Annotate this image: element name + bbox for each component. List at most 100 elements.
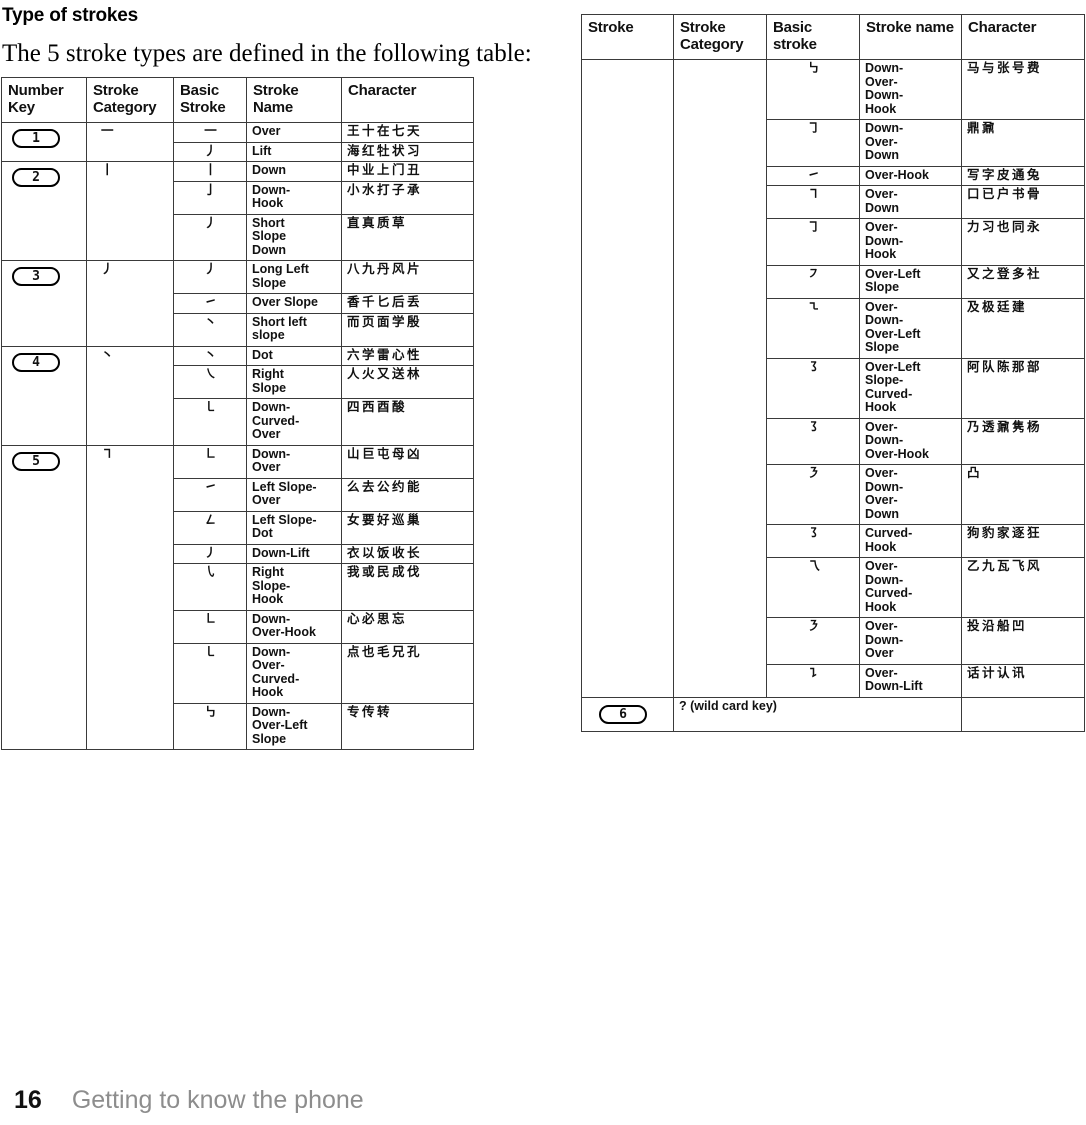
wildcard-label-cell: ? (wild card key): [673, 696, 962, 732]
number-key-cell: 5: [1, 444, 87, 750]
basic-stroke-glyph: 丨: [173, 161, 247, 182]
character-examples-cell: 王十在七天: [341, 122, 474, 143]
stroke-name-cell: Over- Down- Over-Left Slope: [859, 297, 962, 359]
column-header-stroke-name: Stroke name: [859, 14, 962, 60]
stroke-name-cell: Over-Hook: [859, 165, 962, 186]
basic-stroke-glyph: ㇊: [766, 663, 860, 698]
character-examples-cell: 海红牡状习: [341, 141, 474, 162]
character-examples-cell: 小水打子承: [341, 180, 474, 215]
stroke-name-cell: Down- Over-Left Slope: [246, 702, 342, 750]
stroke-types-table: Number Key Stroke Category Basic Stroke …: [1, 77, 474, 750]
basic-stroke-glyph: 丿: [173, 260, 247, 294]
number-key-badge: 1: [12, 129, 60, 148]
table-row: 5 ㇕㇗ Down- Over 山巨屯母凶: [1, 444, 474, 750]
basic-stroke-glyph: ㇍: [766, 297, 860, 359]
basic-stroke-glyph: ㇀: [173, 477, 247, 512]
stroke-name-cell: Down-Lift: [246, 543, 342, 564]
basic-stroke-glyph: ㇂: [173, 563, 247, 611]
stroke-name-cell: Over- Down: [859, 185, 962, 219]
character-examples-cell: 香千匕后丢: [341, 293, 474, 314]
basic-stroke-glyph: 亅: [173, 180, 247, 215]
basic-stroke-glyph: ㇌: [766, 417, 860, 465]
stroke-name-cell: Long Left Slope: [246, 260, 342, 294]
character-examples-cell: 及极廷建: [961, 297, 1085, 359]
stroke-name-cell: Over- Down- Over-Hook: [859, 417, 962, 465]
basic-stroke-glyph: ㇜: [173, 510, 247, 545]
stroke-category-glyph: 丶: [86, 345, 174, 446]
character-examples-cell: 口已户书骨: [961, 185, 1085, 219]
stroke-category-cell: [673, 59, 767, 698]
character-examples-cell: 心必思忘: [341, 609, 474, 644]
stroke-name-cell: Dot: [246, 345, 342, 366]
basic-stroke-glyph: 丿: [173, 213, 247, 261]
number-key-badge: 2: [12, 168, 60, 187]
basic-stroke-glyph: ㇗: [173, 444, 247, 479]
basic-stroke-glyph: ㇆: [766, 218, 860, 266]
stroke-name-cell: Down: [246, 161, 342, 182]
stroke-name-cell: Over- Down- Over- Down: [859, 464, 962, 525]
stroke-category-glyph: 丿: [86, 260, 174, 347]
number-key-cell: 3: [1, 260, 87, 347]
character-examples-cell: 人火又送林: [341, 365, 474, 399]
stroke-category-glyph: 丨: [86, 161, 174, 261]
stroke-name-cell: Over-Left Slope: [859, 264, 962, 299]
left-column: Type of strokes The 5 stroke types are d…: [0, 0, 545, 750]
page-title: Type of strokes: [2, 5, 139, 26]
basic-stroke-glyph: 丶: [173, 345, 247, 366]
character-examples-cell: 女要好巡巢: [341, 510, 474, 545]
character-examples-cell: 山巨屯母凶: [341, 444, 474, 479]
stroke-category-glyph: ㇕: [86, 444, 174, 750]
basic-stroke-glyph: ㇆: [766, 119, 860, 167]
column-header-stroke-name: Stroke Name: [246, 77, 342, 123]
number-key-cell: 1: [1, 122, 87, 162]
number-key-badge: 5: [12, 451, 60, 471]
stroke-types-table-continued: Stroke Stroke Category Basic stroke Stro…: [581, 14, 1085, 732]
stroke-name-cell: Lift: [246, 141, 342, 162]
character-examples-cell: 阿队陈那部: [961, 357, 1085, 419]
basic-stroke-glyph: ㇕: [766, 185, 860, 219]
basic-stroke-glyph: ㇉: [173, 702, 247, 750]
column-header-character: Character: [961, 14, 1085, 60]
basic-stroke-glyph: ㇉: [766, 59, 860, 120]
stroke-name-cell: Down- Over: [246, 444, 342, 479]
stroke-name-cell: Down- Over-Hook: [246, 609, 342, 644]
character-examples-cell: 专传转: [341, 702, 474, 750]
character-examples-cell: 点也毛兄孔: [341, 642, 474, 704]
character-examples-cell: 写字皮通兔: [961, 165, 1085, 186]
basic-stroke-glyph: ㇓: [173, 543, 247, 564]
column-header-character: Character: [341, 77, 474, 123]
intro-paragraph: The 5 stroke types are defined in the fo…: [2, 40, 532, 67]
character-examples-cell: 而页面学殷: [341, 312, 474, 347]
character-examples-cell: 又之登多社: [961, 264, 1085, 299]
character-examples-cell: 力习也同永: [961, 218, 1085, 266]
basic-stroke-glyph: ㇗: [173, 609, 247, 644]
number-key-cell: 2: [1, 161, 87, 261]
stroke-name-cell: Down- Over- Curved- Hook: [246, 642, 342, 704]
character-examples-cell: 狗豹家逐狂: [961, 524, 1085, 558]
basic-stroke-glyph: ㇀: [173, 293, 247, 314]
basic-stroke-glyph: ㇀: [766, 165, 860, 186]
basic-stroke-glyph: ㇌: [766, 524, 860, 558]
character-examples-cell: 乃透鼐隽杨: [961, 417, 1085, 465]
character-examples-cell: 投沿船凹: [961, 617, 1085, 665]
basic-stroke-glyph: 一: [173, 122, 247, 143]
character-examples-cell: 么去公约能: [341, 477, 474, 512]
character-examples-cell: 八九丹风片: [341, 260, 474, 294]
character-examples-cell: 直真质草: [341, 213, 474, 261]
number-key-badge: 4: [12, 352, 60, 372]
character-examples-cell: 马与张号费: [961, 59, 1085, 120]
basic-stroke-glyph: ㇌: [766, 357, 860, 419]
character-examples-cell: 凸: [961, 464, 1085, 525]
basic-stroke-glyph: ㇋: [766, 617, 860, 665]
basic-stroke-glyph: 丶: [173, 312, 247, 347]
basic-stroke-glyph: ㇏: [173, 365, 247, 399]
stroke-name-cell: Short Slope Down: [246, 213, 342, 261]
table-row: 1 一一 Over 王十在七天: [1, 122, 474, 162]
basic-stroke-glyph: 乁: [766, 557, 860, 618]
stroke-name-cell: Left Slope- Dot: [246, 510, 342, 545]
stroke-name-cell: Down- Hook: [246, 180, 342, 215]
basic-stroke-glyph: ㇇: [766, 264, 860, 299]
footer-section-title: Getting to know the phone: [71, 1086, 364, 1114]
table-row: 3 丿丿 Long Left Slope 八九丹风片: [1, 260, 474, 347]
column-header-number-key: Number Key: [1, 77, 87, 123]
